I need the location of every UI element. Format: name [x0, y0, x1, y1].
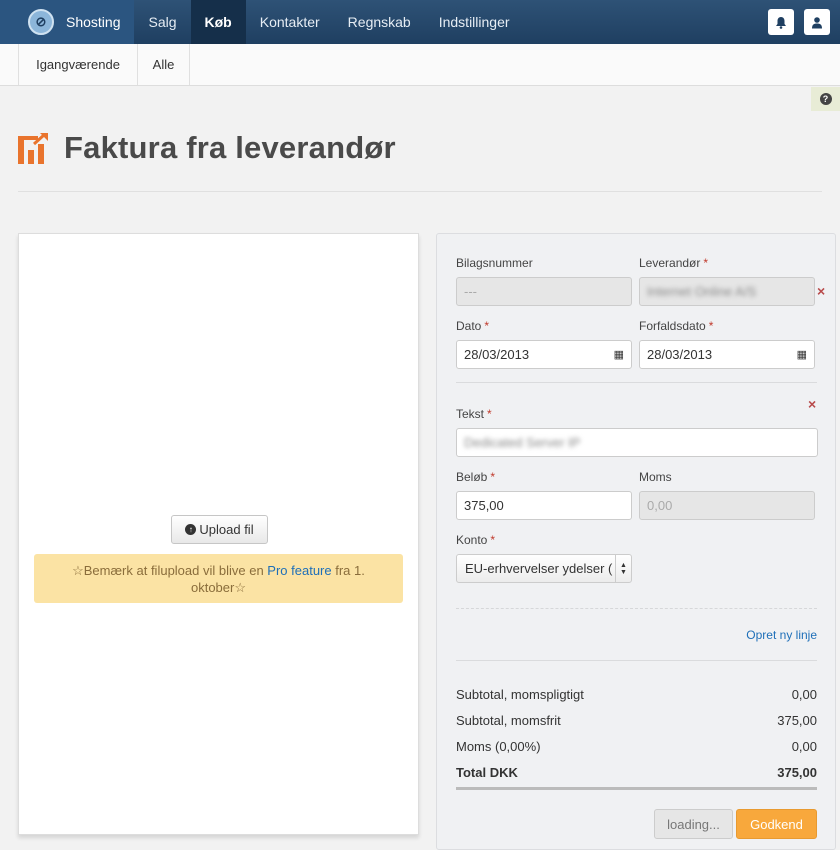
help-button[interactable]: ?: [811, 87, 840, 111]
tekst-field[interactable]: Dedicated Server IP: [456, 428, 818, 457]
invoice-form-panel: Bilagsnummer --- Leverandør * Internet On…: [436, 233, 836, 850]
nav-item-kob[interactable]: Køb: [190, 0, 246, 44]
leverandor-field[interactable]: Internet Online A/S: [639, 277, 815, 306]
section-divider: [456, 382, 817, 383]
title-divider: [18, 191, 822, 192]
summary-total-row: Total DKK 375,00: [456, 765, 817, 780]
line-divider: [456, 608, 817, 609]
dato-field[interactable]: 28/03/2013 ▦: [456, 340, 632, 369]
belob-label: Beløb *: [456, 470, 496, 484]
tab-igangvaerende[interactable]: Igangværende: [18, 44, 137, 85]
dato-value: 28/03/2013: [464, 347, 530, 362]
pro-feature-link[interactable]: Pro feature: [267, 563, 331, 578]
nav-item-salg[interactable]: Salg: [134, 0, 190, 44]
upload-panel: ↑ Upload fil ☆Bemærk at filupload vil bl…: [18, 233, 419, 835]
pro-feature-notice: ☆Bemærk at filupload vil blive en Pro fe…: [34, 554, 403, 603]
moms-field: 0,00: [639, 491, 815, 520]
moms-label: Moms: [639, 470, 672, 484]
purchase-invoice-icon: [18, 132, 50, 164]
leverandor-value: Internet Online A/S: [647, 284, 757, 299]
tab-alle[interactable]: Alle: [137, 44, 190, 85]
leverandor-label: Leverandør *: [639, 256, 709, 270]
nav-item-indstillinger[interactable]: Indstillinger: [425, 0, 524, 44]
brand-name: Shosting: [66, 14, 121, 30]
belob-field[interactable]: 375,00: [456, 491, 632, 520]
upload-arrow-icon: ↑: [185, 524, 197, 535]
notifications-button[interactable]: [768, 9, 794, 35]
tekst-value: Dedicated Server IP: [464, 435, 581, 450]
upload-button-label: Upload fil: [199, 522, 254, 537]
notice-text-before: ☆Bemærk at filupload vil blive en: [72, 563, 268, 578]
calendar-icon[interactable]: ▦: [797, 348, 807, 361]
paperclip-logo-icon: ⊘: [28, 9, 54, 35]
tekst-label: Tekst *: [456, 407, 492, 421]
select-arrows-icon: ▲ ▼: [615, 555, 631, 582]
bell-icon: [776, 16, 786, 29]
help-icon: ?: [819, 93, 832, 105]
remove-line-icon[interactable]: ×: [808, 396, 816, 412]
bilagsnummer-field: ---: [456, 277, 632, 306]
summary-row: Subtotal, momsfrit 375,00: [456, 713, 817, 728]
summary-divider: [456, 660, 817, 661]
page-title: Faktura fra leverandør: [64, 130, 396, 165]
konto-label: Konto *: [456, 533, 496, 547]
konto-value: EU-erhvervelser ydelser (: [465, 561, 613, 576]
add-line-link[interactable]: Opret ny linje: [746, 628, 817, 642]
summary-row: Subtotal, momspligtigt 0,00: [456, 687, 817, 702]
nav-item-kontakter[interactable]: Kontakter: [246, 0, 334, 44]
total-underline: [456, 787, 817, 790]
summary-row: Moms (0,00%) 0,00: [456, 739, 817, 754]
sub-navbar: Igangværende Alle: [0, 44, 840, 86]
upload-file-button[interactable]: ↑ Upload fil: [171, 515, 268, 544]
forfaldsdato-value: 28/03/2013: [647, 347, 713, 362]
dato-label: Dato *: [456, 319, 490, 333]
konto-select[interactable]: EU-erhvervelser ydelser ( ▲ ▼: [456, 554, 632, 583]
user-menu-button[interactable]: [804, 9, 830, 35]
forfaldsdato-field[interactable]: 28/03/2013 ▦: [639, 340, 815, 369]
forfaldsdato-label: Forfaldsdato *: [639, 319, 714, 333]
loading-button[interactable]: loading...: [654, 809, 733, 839]
brand-link[interactable]: ⊘ Shosting: [0, 0, 135, 44]
calendar-icon[interactable]: ▦: [614, 348, 624, 361]
approve-button[interactable]: Godkend: [736, 809, 817, 839]
page-header: Faktura fra leverandør: [18, 130, 396, 166]
nav-item-regnskab[interactable]: Regnskab: [334, 0, 425, 44]
clear-leverandor-icon[interactable]: ×: [817, 283, 825, 299]
bilagsnummer-label: Bilagsnummer: [456, 256, 533, 270]
top-navbar: ⊘ Shosting Salg Køb Kontakter Regnskab I…: [0, 0, 840, 44]
user-icon: [812, 16, 822, 28]
